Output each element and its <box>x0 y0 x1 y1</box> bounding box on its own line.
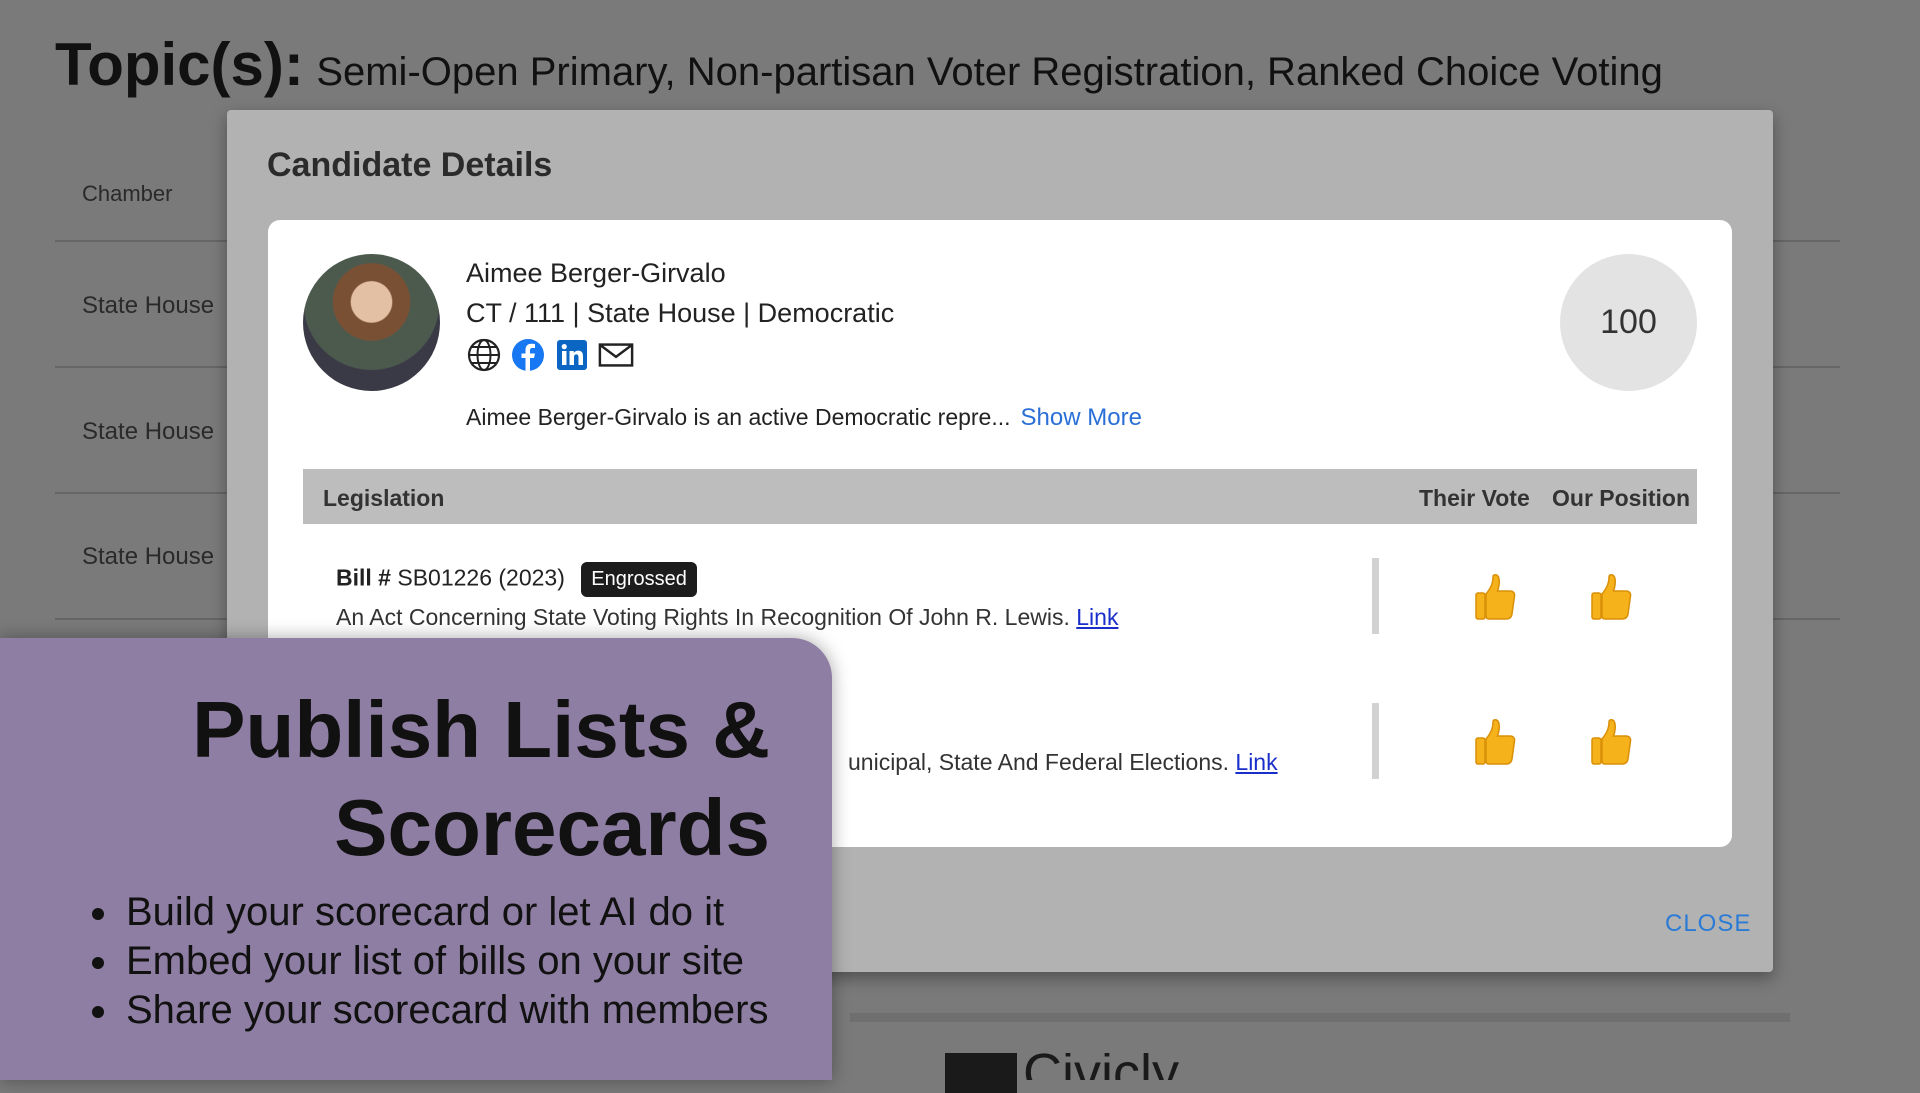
column-header-our-position: Our Position <box>1552 485 1690 511</box>
status-badge: Engrossed <box>581 562 697 597</box>
table-row-chamber: State House <box>82 292 215 319</box>
logo-mark-icon <box>945 1053 1017 1093</box>
bill-link[interactable]: Link <box>1235 749 1277 775</box>
bill-link[interactable]: Link <box>1076 604 1118 630</box>
promo-bullets: Build your scorecard or let AI do it Emb… <box>80 888 768 1035</box>
legislation-header: Legislation Their Vote Our Position <box>303 469 1697 524</box>
topic-values: Semi-Open Primary, Non-partisan Voter Re… <box>316 50 1663 94</box>
column-separator <box>1372 703 1379 779</box>
bill-title: Bill # SB01226 (2023) Engrossed <box>336 562 697 597</box>
email-icon[interactable] <box>598 337 634 373</box>
thumbs-up-icon <box>1475 574 1516 620</box>
globe-icon[interactable] <box>466 337 502 373</box>
bill-description-text: unicipal, State And Federal Elections. <box>848 749 1230 775</box>
promo-bullet: Build your scorecard or let AI do it <box>122 888 768 937</box>
modal-title: Candidate Details <box>267 146 553 184</box>
promo-title-line: Scorecards <box>334 783 770 872</box>
column-separator <box>1372 558 1379 634</box>
column-header-chamber: Chamber <box>82 181 173 206</box>
promo-title: Publish Lists & Scorecards <box>192 681 770 877</box>
bill-row: Bill # SB01226 (2023) Engrossed An Act C… <box>303 558 1697 638</box>
show-more-link[interactable]: Show More <box>1021 404 1142 431</box>
column-header-legislation: Legislation <box>323 485 445 511</box>
linkedin-icon[interactable] <box>554 337 590 373</box>
column-header-their-vote: Their Vote <box>1419 485 1530 511</box>
thumbs-up-icon <box>1591 574 1632 620</box>
promo-panel: Publish Lists & Scorecards Build your sc… <box>0 638 832 1080</box>
social-links <box>466 337 634 373</box>
bio-text: Aimee Berger-Girvalo is an active Democr… <box>466 404 1011 430</box>
topic-label: Topic(s): <box>55 31 304 98</box>
candidate-name: Aimee Berger-Girvalo <box>466 258 726 288</box>
promo-bullet: Share your scorecard with members <box>122 986 768 1035</box>
thumbs-up-icon <box>1591 719 1632 765</box>
bill-description: unicipal, State And Federal Elections. L… <box>848 749 1278 776</box>
promo-title-line: Publish Lists & <box>192 685 770 774</box>
promo-bullet: Embed your list of bills on your site <box>122 937 768 986</box>
score-badge: 100 <box>1560 254 1697 391</box>
thumbs-up-icon <box>1475 719 1516 765</box>
candidate-bio: Aimee Berger-Girvalo is an active Democr… <box>466 404 1142 432</box>
footer-bar <box>850 1013 1790 1022</box>
civicly-logo: Civicly <box>945 1053 1179 1093</box>
close-button[interactable]: CLOSE <box>1665 910 1751 938</box>
bill-description: An Act Concerning State Voting Rights In… <box>336 604 1118 631</box>
avatar <box>303 254 440 391</box>
table-row-chamber: State House <box>82 543 215 570</box>
facebook-icon[interactable] <box>510 337 546 373</box>
bill-id: SB01226 (2023) <box>397 564 565 591</box>
bill-label: Bill # <box>336 564 391 591</box>
table-row-chamber: State House <box>82 418 215 445</box>
bill-description-text: An Act Concerning State Voting Rights In… <box>336 604 1070 630</box>
logo-text: Civicly <box>1023 1053 1179 1080</box>
candidate-meta: CT / 111 | State House | Democratic <box>466 298 895 328</box>
topic-heading: Topic(s): Semi-Open Primary, Non-partisa… <box>55 30 1663 99</box>
